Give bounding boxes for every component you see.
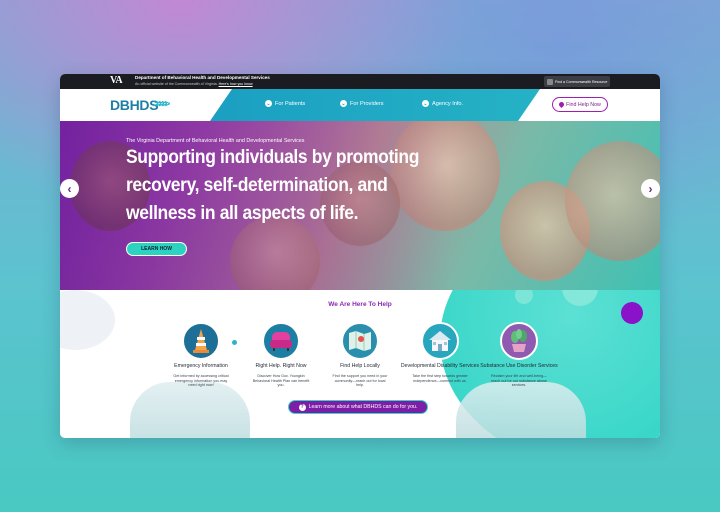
chevron-down-icon: ⌄ [265, 100, 272, 107]
dbhds-logo[interactable]: DBHDS [110, 97, 159, 113]
service-name: Emergency Information [174, 363, 228, 369]
service-right-help-right-now[interactable]: Right Help. Right Now Discover How Gov. … [241, 322, 321, 388]
commonwealth-resource-label: Find a Commonwealth Resource [555, 79, 608, 84]
main-nav: DBHDS >>>>> ⌄ For Patients ⌄ For Provide… [60, 89, 660, 121]
find-help-now-button[interactable]: Find Help Now [552, 97, 608, 112]
decorative-circle [60, 290, 115, 350]
service-name: Substance Use Disorder Services [480, 363, 558, 369]
nav-item-providers[interactable]: ⌄ For Providers [340, 100, 384, 107]
traffic-cone-icon [182, 322, 220, 360]
chevron-down-icon: ⌄ [422, 100, 429, 107]
nav-item-label: For Patients [275, 100, 306, 107]
chevron-left-icon: ‹ [67, 181, 72, 196]
nav-item-agency-info[interactable]: ⌄ Agency Info. [422, 100, 463, 107]
chevron-right-icon: › [648, 181, 653, 196]
agency-title: Department of Behavioral Health and Deve… [135, 75, 270, 80]
browser-window: VA Department of Behavioral Health and D… [60, 74, 660, 438]
armchair-icon [262, 322, 300, 360]
service-find-help-locally[interactable]: Find Help Locally Find the support you n… [320, 322, 400, 388]
decorative-chair [130, 382, 250, 438]
service-description: Take the first step towards greater inde… [412, 374, 468, 383]
resource-icon [547, 78, 553, 85]
carousel-prev-button[interactable]: ‹ [60, 179, 79, 198]
va-logo-text: VA [110, 75, 123, 86]
hero-headline-line-1: Supporting individuals by promoting [126, 147, 420, 168]
learn-more-dbhds-button[interactable]: ? Learn more about what DBHDS can do for… [288, 400, 428, 414]
service-developmental-disability[interactable]: Developmental Disability Services Take t… [400, 322, 480, 383]
official-site-text: An official website of the Commonwealth … [135, 82, 217, 86]
service-description: Reclaim your life and well-being—reach o… [491, 374, 547, 388]
nav-item-label: For Providers [350, 100, 384, 107]
service-emergency-information[interactable]: Emergency Information Get informed by ac… [161, 322, 241, 388]
learn-how-button[interactable]: LEARN HOW [126, 242, 187, 256]
service-name: Find Help Locally [340, 363, 380, 369]
heres-how-link[interactable]: Here's how you know [219, 82, 253, 86]
service-description: Get informed by accessing critical emerg… [173, 374, 229, 388]
house-icon [421, 322, 459, 360]
learn-more-label: Learn more about what DBHDS can do for y… [308, 404, 418, 410]
carousel-next-button[interactable]: › [641, 179, 660, 198]
virginia-logo[interactable]: VA [110, 75, 123, 86]
decorative-chair [456, 382, 586, 438]
service-name: Developmental Disability Services [400, 363, 480, 369]
services-section: We Are Here To Help Emergency Informatio… [60, 290, 660, 438]
logo-arrows-icon: >>>>> [153, 99, 170, 110]
hero-banner: The Virginia Department of Behavioral He… [60, 121, 660, 290]
service-name: Right Help. Right Now [255, 363, 307, 369]
hero-headline-line-2: recovery, self-determination, and [126, 175, 388, 196]
service-description: Find the support you need in your commun… [332, 374, 388, 388]
plant-icon [500, 322, 538, 360]
map-pin-icon [558, 100, 566, 109]
map-icon [341, 322, 379, 360]
service-description: Discover How Gov. Youngkin Behavioral He… [252, 374, 310, 388]
section-title: We Are Here To Help [328, 301, 392, 308]
chevron-down-icon: ⌄ [340, 100, 347, 107]
nav-item-label: Agency Info. [432, 100, 464, 107]
commonwealth-resource-button[interactable]: Find a Commonwealth Resource [544, 76, 610, 87]
gov-top-bar: VA Department of Behavioral Health and D… [60, 74, 660, 89]
hero-headline-line-3: wellness in all aspects of life. [126, 203, 359, 224]
service-substance-use-disorder[interactable]: Substance Use Disorder Services Reclaim … [479, 322, 559, 388]
official-site-notice: An official website of the Commonwealth … [135, 82, 253, 86]
hero-pretitle: The Virginia Department of Behavioral He… [126, 138, 305, 144]
question-icon: ? [298, 403, 306, 411]
find-help-label: Find Help Now [566, 101, 601, 108]
nav-item-patients[interactable]: ⌄ For Patients [265, 100, 305, 107]
